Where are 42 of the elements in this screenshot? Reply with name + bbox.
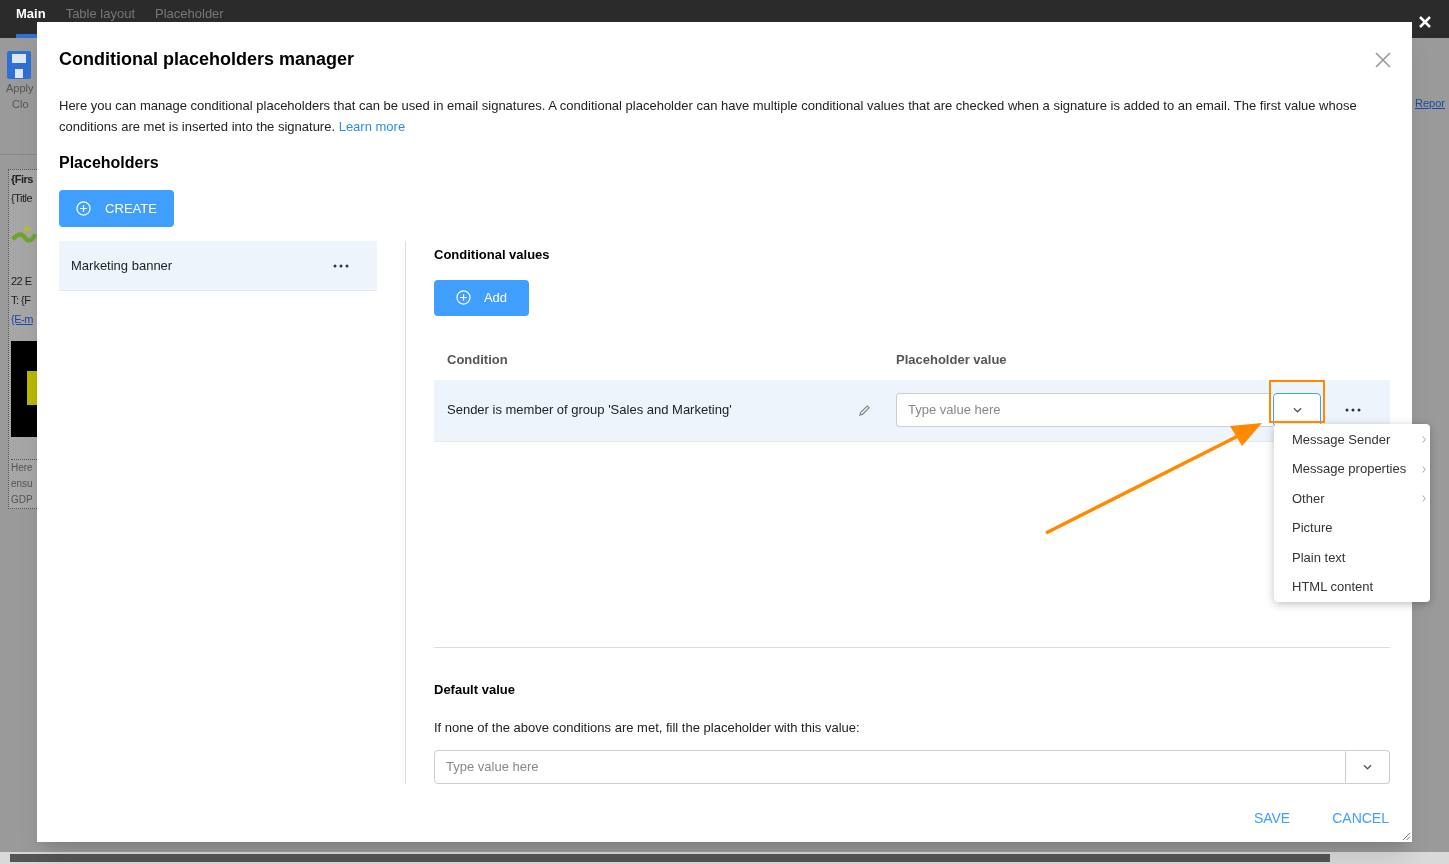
default-value-description: If none of the above conditions are met, fill the placeholder with this value: xyxy=(434,718,861,737)
more-icon[interactable] xyxy=(1345,408,1361,412)
dialog-title: Conditional placeholders manager xyxy=(59,48,355,71)
column-header: Placeholder value xyxy=(896,350,1007,369)
menu-item[interactable]: Plain text xyxy=(1274,542,1430,572)
document-text: {E-m xyxy=(11,312,34,327)
resize-grip-icon[interactable] xyxy=(1402,832,1411,841)
menu-item[interactable]: HTML content xyxy=(1274,571,1430,602)
document-text: Here xyxy=(11,461,34,475)
section-heading: Default value xyxy=(434,681,516,699)
pencil-icon[interactable] xyxy=(858,403,871,417)
document-text: {Firs xyxy=(11,172,34,187)
section-heading: Conditional values xyxy=(434,246,551,264)
highlight-frame xyxy=(1269,380,1325,423)
chevron-right-icon xyxy=(1422,494,1426,502)
column-header: Condition xyxy=(446,350,509,369)
document-text: T: {F xyxy=(11,293,32,308)
document-text: 22 E xyxy=(11,274,33,289)
plus-icon xyxy=(455,290,471,305)
dialog-description: Here you can manage conditional placeholders that can be used in email signatures. A conditional placeholder can have multiple conditional values that are checked when a signature is added to an email. The first value whose conditions are met is inserted into the signature. Learn more xyxy=(59,97,1358,136)
document-text: {Title xyxy=(11,191,34,206)
document-text: ensu xyxy=(11,477,34,491)
chevron-right-icon xyxy=(1422,465,1426,473)
document-text: GDP xyxy=(11,493,34,507)
menu-item[interactable]: Message properties xyxy=(1274,454,1430,484)
default-value-field[interactable]: Type value here xyxy=(434,750,1346,784)
chevron-down-icon xyxy=(1363,764,1372,770)
learn-more-link[interactable]: Learn more xyxy=(338,119,406,134)
chevron-down-icon xyxy=(1292,407,1302,413)
chevron-right-icon xyxy=(1422,436,1426,444)
placeholder-name: Marketing banner xyxy=(71,256,173,275)
more-icon[interactable] xyxy=(333,263,349,268)
plus-icon xyxy=(76,201,92,216)
menu-item[interactable]: Other xyxy=(1274,483,1430,514)
menu-item[interactable]: Message Sender xyxy=(1274,425,1430,455)
section-heading: Placeholders xyxy=(59,153,160,173)
table-cell-text: Sender is member of group 'Sales and Marketing' xyxy=(446,401,733,420)
menu-item[interactable]: Picture xyxy=(1274,513,1430,543)
value-field[interactable]: Type value here xyxy=(896,393,1273,427)
save-icon[interactable] xyxy=(6,50,32,80)
horizontal-scrollbar[interactable] xyxy=(0,852,1449,864)
placeholder-list-item[interactable]: Marketing banner xyxy=(59,241,377,291)
